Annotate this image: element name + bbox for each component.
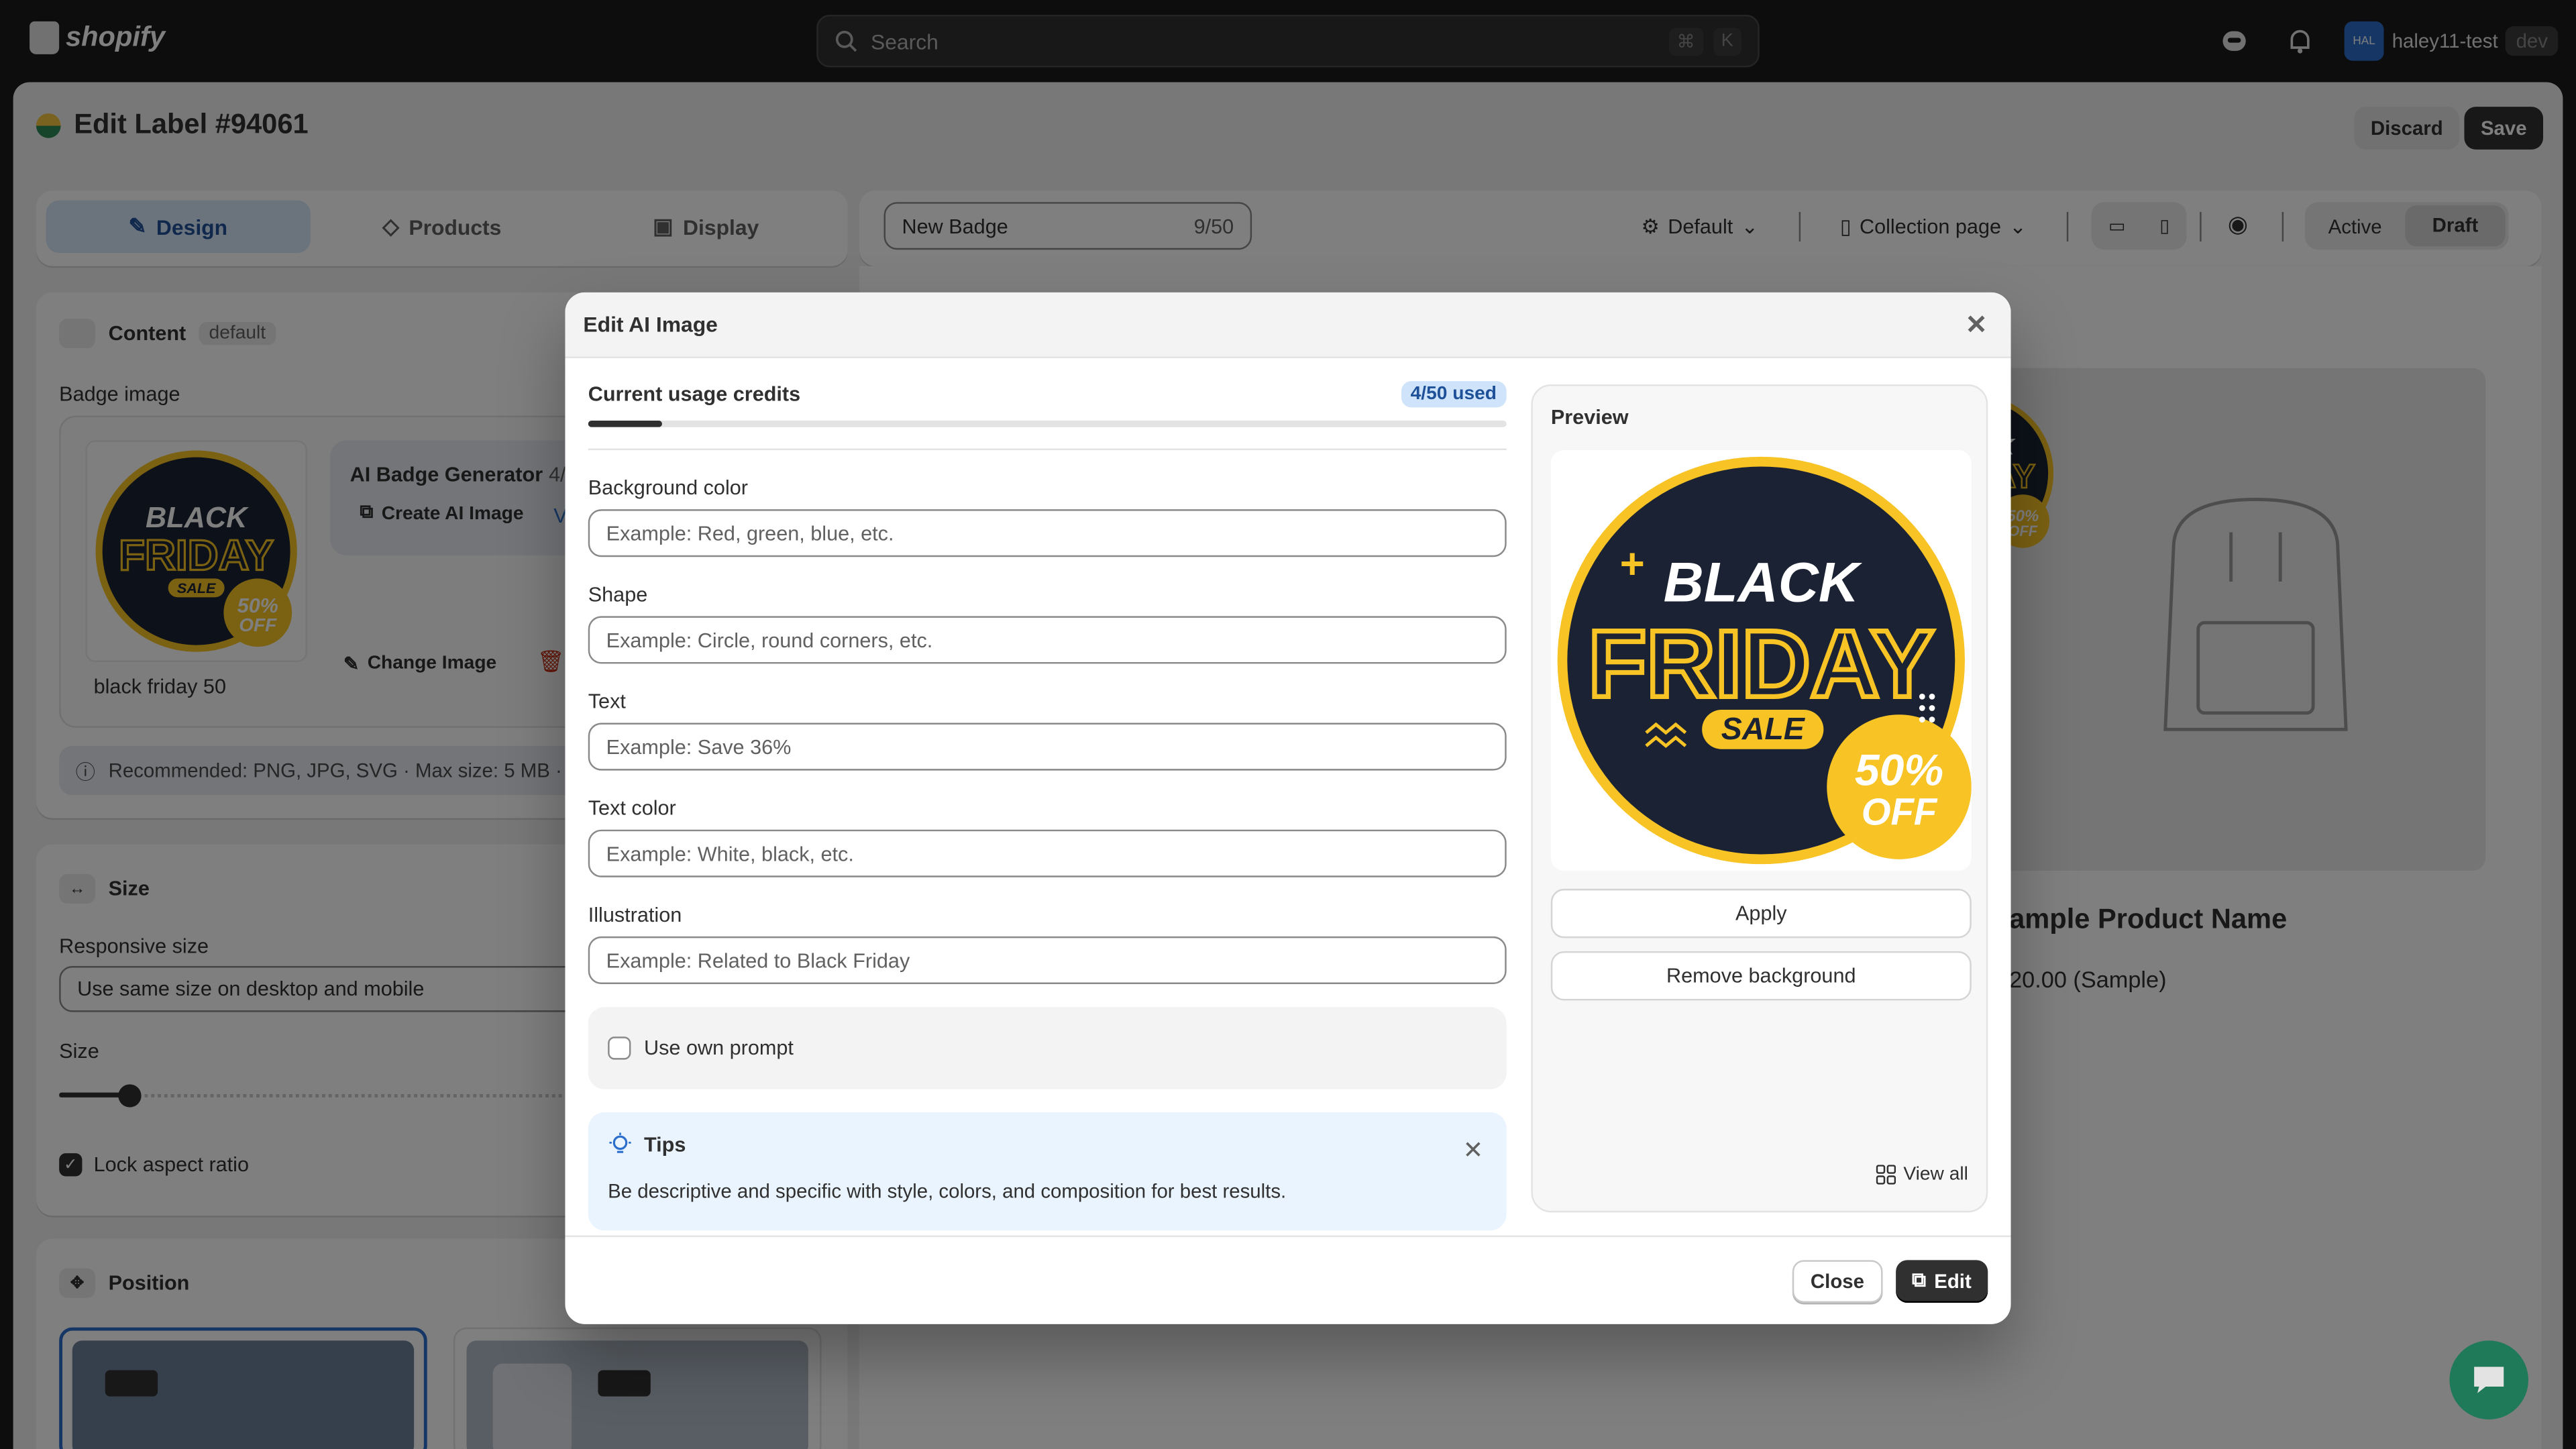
apply-button[interactable]: Apply: [1550, 888, 1972, 938]
lightbulb-icon: [609, 1132, 631, 1153]
view-all-button[interactable]: View all: [1875, 1165, 1968, 1185]
shape-label: Shape: [588, 583, 648, 606]
preview-line2: FRIDAY: [1588, 610, 1934, 717]
modal-header: Edit AI Image ✕: [565, 292, 2011, 358]
chat-button[interactable]: [2449, 1340, 2528, 1419]
dismiss-tips-icon[interactable]: ✕: [1463, 1135, 1484, 1165]
preview-panel: Preview + BLACK FRIDAY SALE 50% OFF Appl…: [1531, 384, 1988, 1213]
tips-header: Tips: [608, 1132, 1487, 1157]
edit-button[interactable]: ⧉ Edit: [1895, 1259, 1988, 1302]
close-icon[interactable]: ✕: [1960, 308, 1993, 341]
preview-off: OFF: [1862, 790, 1938, 833]
edit-ai-image-modal: Edit AI Image ✕ Current usage credits 4/…: [565, 292, 2011, 1324]
text-input[interactable]: Example: Save 36%: [588, 722, 1507, 771]
background-color-label: Background color: [588, 476, 748, 500]
shape-input[interactable]: Example: Circle, round corners, etc.: [588, 616, 1507, 664]
ai-image-form: Current usage credits 4/50 used Backgrou…: [588, 381, 1507, 1231]
preview-line3: SALE: [1721, 711, 1806, 746]
grid-icon: [1875, 1165, 1896, 1185]
credits-label: Current usage credits: [588, 382, 801, 406]
credits-badge: 4/50 used: [1400, 381, 1507, 408]
preview-line1: BLACK: [1664, 551, 1863, 613]
illustration-label: Illustration: [588, 903, 682, 927]
ai-edit-icon: ⧉: [1912, 1268, 1927, 1291]
modal-title: Edit AI Image: [583, 312, 718, 337]
preview-pct: 50%: [1855, 746, 1943, 796]
svg-text:+: +: [1620, 540, 1645, 588]
preview-title: Preview: [1550, 405, 1629, 429]
modal-footer: Close ⧉ Edit: [565, 1235, 2011, 1324]
chat-bubble-icon: [2474, 1366, 2504, 1393]
black-friday-badge-art: + BLACK FRIDAY SALE 50% OFF: [1557, 456, 1972, 865]
tips-banner: Tips Be descriptive and specific with st…: [588, 1112, 1507, 1231]
remove-background-button[interactable]: Remove background: [1550, 951, 1972, 1001]
own-prompt-checkbox[interactable]: [608, 1036, 631, 1060]
credits-progress-fill: [588, 420, 662, 427]
close-button[interactable]: Close: [1792, 1259, 1882, 1302]
credits-progress-bar: [588, 420, 1507, 427]
edit-button-label: Edit: [1934, 1269, 1972, 1293]
background-color-input[interactable]: Example: Red, green, blue, etc.: [588, 509, 1507, 557]
preview-image: + BLACK FRIDAY SALE 50% OFF: [1550, 450, 1972, 871]
view-all-label: View all: [1903, 1165, 1968, 1185]
own-prompt-option[interactable]: Use own prompt: [588, 1007, 1507, 1089]
text-label: Text: [588, 690, 626, 713]
text-color-input[interactable]: Example: White, black, etc.: [588, 829, 1507, 877]
text-color-label: Text color: [588, 796, 676, 820]
divider: [588, 448, 1507, 451]
illustration-input[interactable]: Example: Related to Black Friday: [588, 936, 1507, 984]
usage-credits: Current usage credits 4/50 used: [588, 381, 1507, 408]
own-prompt-label: Use own prompt: [644, 1036, 794, 1060]
tips-title: Tips: [644, 1132, 686, 1156]
tips-text: Be descriptive and specific with style, …: [608, 1179, 1287, 1203]
